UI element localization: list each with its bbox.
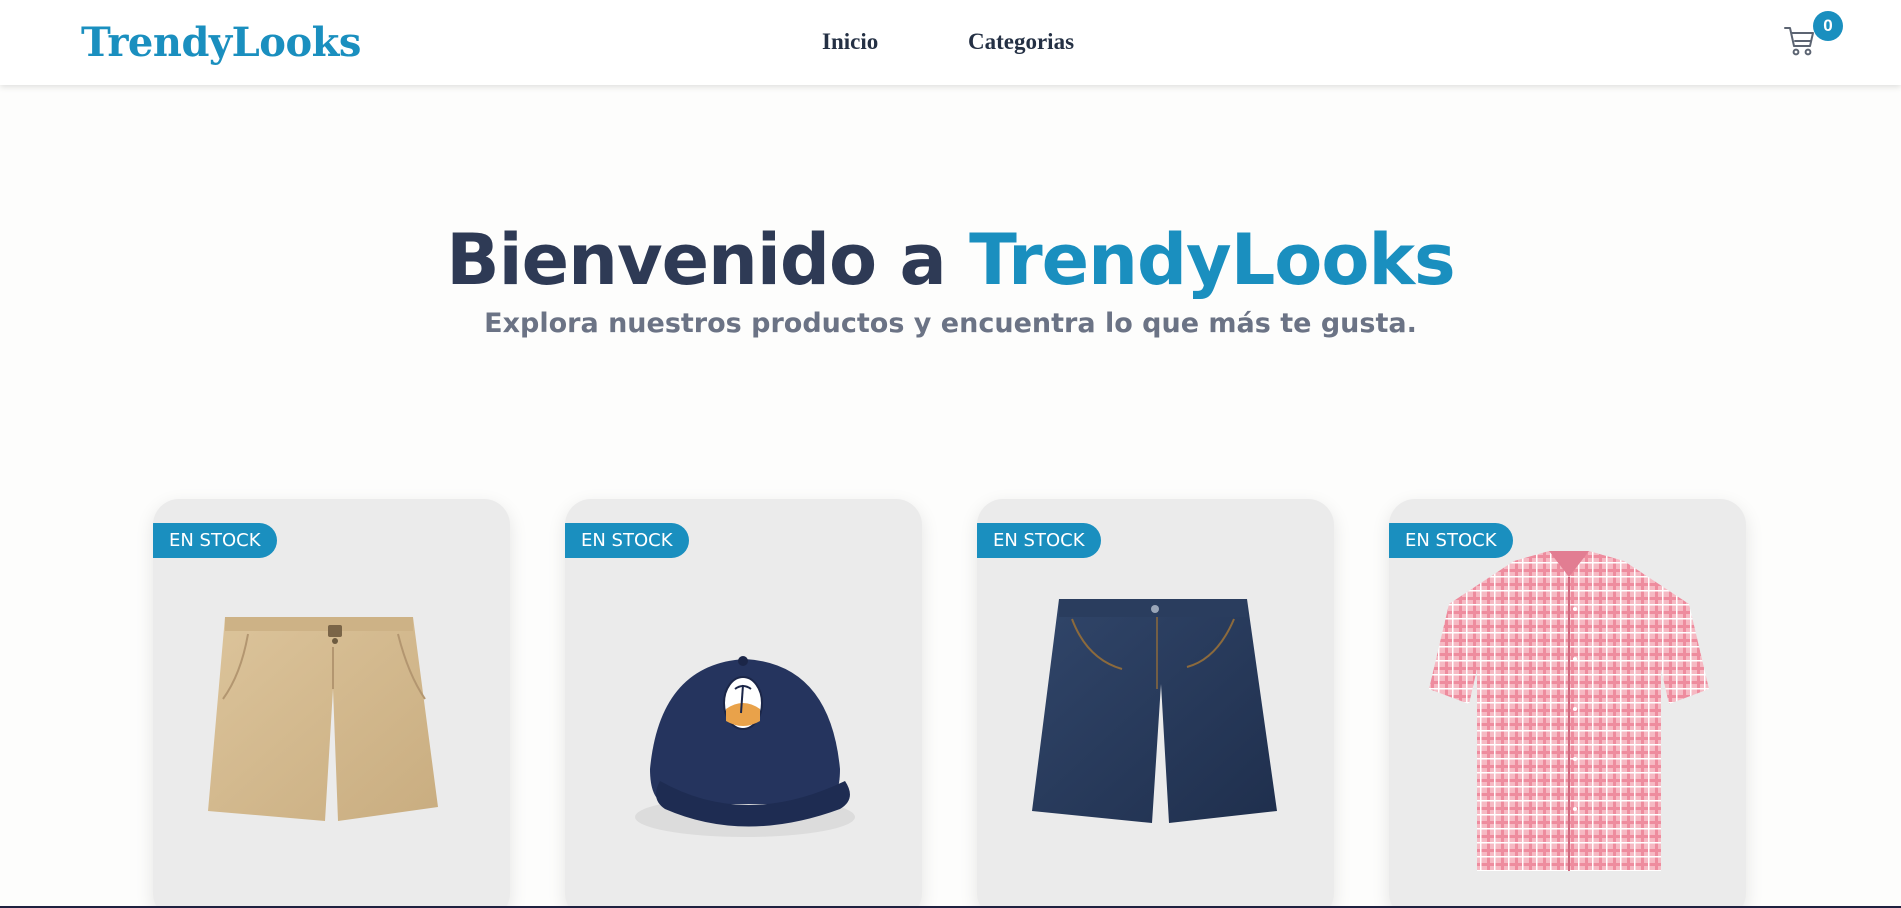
stock-badge: EN STOCK [153, 523, 277, 558]
nav-link-categorias[interactable]: Categorias [968, 28, 1074, 56]
hero-title: Bienvenido a TrendyLooks [0, 215, 1901, 305]
product-card[interactable]: EN STOCK [565, 499, 922, 906]
product-card[interactable]: EN STOCK [153, 499, 510, 906]
stock-badge: EN STOCK [1389, 523, 1513, 558]
shopping-cart-icon [1784, 27, 1814, 56]
logo[interactable]: TrendyLooks [81, 18, 361, 68]
denim-shorts-image [1032, 599, 1277, 823]
hero-subtitle: Explora nuestros productos y encuentra l… [484, 308, 1417, 339]
navy-cap-image [635, 656, 855, 837]
product-card[interactable]: EN STOCK [1389, 499, 1746, 906]
khaki-shorts-image [208, 617, 438, 821]
hero-title-prefix: Bienvenido a [446, 219, 970, 301]
stock-badge: EN STOCK [565, 523, 689, 558]
navbar: TrendyLooks Inicio Categorias 0 [0, 0, 1901, 85]
page-viewport: TrendyLooks Inicio Categorias 0 Bienveni… [0, 0, 1901, 906]
cart-button[interactable] [1783, 24, 1817, 58]
pink-plaid-shirt-image [1429, 551, 1709, 871]
stock-badge: EN STOCK [977, 523, 1101, 558]
nav-link-inicio[interactable]: Inicio [822, 28, 878, 56]
cart-count-badge: 0 [1813, 11, 1843, 41]
hero-title-brand: TrendyLooks [969, 219, 1456, 301]
product-card[interactable]: EN STOCK [977, 499, 1334, 906]
